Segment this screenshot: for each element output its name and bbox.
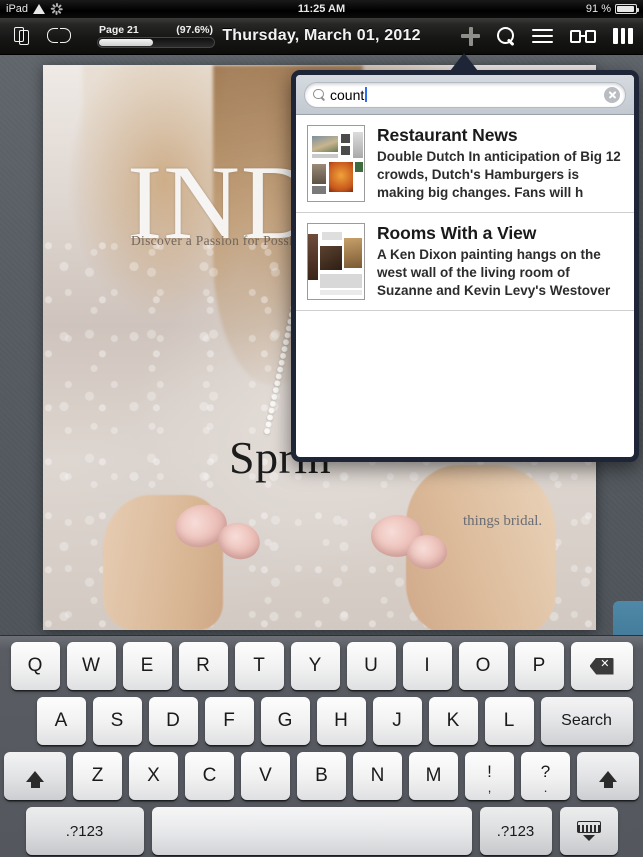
reading-view-icon[interactable] xyxy=(570,29,596,43)
add-icon[interactable] xyxy=(461,26,480,46)
page-progress-bar[interactable] xyxy=(97,37,215,48)
search-icon[interactable] xyxy=(497,27,515,45)
result-snippet: Double Dutch In anticipation of Big 12 c… xyxy=(377,149,621,201)
key-m[interactable]: M xyxy=(409,752,458,800)
battery-percent-label: 91 % xyxy=(585,3,611,15)
key-b[interactable]: B xyxy=(297,752,346,800)
page-progress[interactable]: Page 21 (97.6%) xyxy=(97,24,215,48)
toolbar-right-group xyxy=(461,26,633,46)
status-bar-time: 11:25 AM xyxy=(297,3,346,15)
key-u[interactable]: U xyxy=(346,642,396,690)
key-y[interactable]: Y xyxy=(290,642,340,690)
key-f[interactable]: F xyxy=(204,697,254,745)
contents-list-icon[interactable] xyxy=(532,28,553,44)
key-h[interactable]: H xyxy=(316,697,366,745)
key-v[interactable]: V xyxy=(241,752,290,800)
key-sub-glyph: , xyxy=(487,779,492,795)
key-g[interactable]: G xyxy=(260,697,310,745)
key-w[interactable]: W xyxy=(66,642,116,690)
key-k[interactable]: K xyxy=(428,697,478,745)
key-e[interactable]: E xyxy=(122,642,172,690)
bookmark-icon[interactable] xyxy=(47,28,71,44)
key-j[interactable]: J xyxy=(372,697,422,745)
key-q[interactable]: Q xyxy=(10,642,60,690)
toolbar-left-group: Page 21 (97.6%) xyxy=(0,24,215,48)
key-question-period[interactable]: ? . xyxy=(521,752,570,800)
keyboard-icon xyxy=(576,821,602,841)
key-a[interactable]: A xyxy=(36,697,86,745)
key-main-glyph: ! xyxy=(487,761,492,781)
result-title: Rooms With a View xyxy=(377,223,537,243)
shift-key-left[interactable] xyxy=(4,752,66,800)
pages-icon[interactable] xyxy=(14,26,31,46)
search-result-item[interactable]: Rooms With a View A Ken Dixon painting h… xyxy=(296,213,634,311)
result-thumbnail xyxy=(307,125,365,202)
key-x[interactable]: X xyxy=(129,752,178,800)
shift-icon xyxy=(26,770,44,788)
search-icon xyxy=(313,88,325,101)
text-caret xyxy=(365,87,368,102)
numbers-key-left[interactable]: .?123 xyxy=(25,807,144,855)
key-r[interactable]: R xyxy=(178,642,228,690)
battery-icon xyxy=(615,4,639,14)
key-n[interactable]: N xyxy=(353,752,402,800)
numbers-key-right[interactable]: .?123 xyxy=(479,807,552,855)
key-s[interactable]: S xyxy=(92,697,142,745)
key-i[interactable]: I xyxy=(402,642,452,690)
search-results-list: Restaurant News Double Dutch In anticipa… xyxy=(296,115,634,311)
hide-keyboard-key[interactable] xyxy=(559,807,618,855)
shift-icon xyxy=(599,770,617,788)
search-popover: count Restaurant News Double Dutch In an… xyxy=(291,70,639,462)
result-text: Restaurant News Double Dutch In anticipa… xyxy=(377,125,622,202)
result-thumbnail xyxy=(307,223,365,300)
search-bar: count xyxy=(296,75,634,115)
search-key[interactable]: Search xyxy=(540,697,633,745)
delete-key[interactable] xyxy=(570,642,633,690)
cover-subheadline: things bridal. xyxy=(463,513,543,529)
key-sub-glyph: . xyxy=(543,779,548,795)
cover-photo-rose xyxy=(407,535,447,569)
search-input[interactable]: count xyxy=(304,81,626,108)
key-d[interactable]: D xyxy=(148,697,198,745)
result-title: Restaurant News xyxy=(377,125,518,145)
space-key[interactable] xyxy=(151,807,472,855)
app-toolbar: Page 21 (97.6%) Thursday, March 01, 2012 xyxy=(0,18,643,55)
keyboard-row-1: Q W E R T Y U I O P xyxy=(4,642,639,690)
keyboard-row-4: .?123 .?123 xyxy=(4,807,639,855)
ipad-screen: iPad 11:25 AM 91 % Page 21 (97.6%) Thurs… xyxy=(0,0,643,857)
key-main-glyph: ? xyxy=(540,761,551,781)
delete-icon xyxy=(590,657,614,675)
key-l[interactable]: L xyxy=(484,697,534,745)
result-text: Rooms With a View A Ken Dixon painting h… xyxy=(377,223,622,300)
columns-view-icon[interactable] xyxy=(613,28,633,44)
key-c[interactable]: C xyxy=(185,752,234,800)
status-bar: iPad 11:25 AM 91 % xyxy=(0,0,643,18)
page-percent-label: (97.6%) xyxy=(176,24,213,36)
status-bar-right: 91 % xyxy=(585,3,639,15)
key-o[interactable]: O xyxy=(458,642,508,690)
popover-arrow xyxy=(450,53,478,71)
key-exclamation-comma[interactable]: ! , xyxy=(465,752,514,800)
result-snippet: A Ken Dixon painting hangs on the west w… xyxy=(377,247,611,299)
clear-text-icon[interactable] xyxy=(604,86,620,103)
keyboard-row-3: Z X C V B N M ! , ? . xyxy=(4,752,639,800)
key-t[interactable]: T xyxy=(234,642,284,690)
onscreen-keyboard: Q W E R T Y U I O P A S D F G H J K L Se… xyxy=(0,635,643,857)
search-input-value: count xyxy=(330,86,365,103)
shift-key-right[interactable] xyxy=(577,752,639,800)
keyboard-row-2: A S D F G H J K L Search xyxy=(4,697,639,745)
page-number-label: Page 21 xyxy=(99,24,139,36)
search-result-item[interactable]: Restaurant News Double Dutch In anticipa… xyxy=(296,115,634,213)
key-p[interactable]: P xyxy=(514,642,564,690)
key-z[interactable]: Z xyxy=(73,752,122,800)
